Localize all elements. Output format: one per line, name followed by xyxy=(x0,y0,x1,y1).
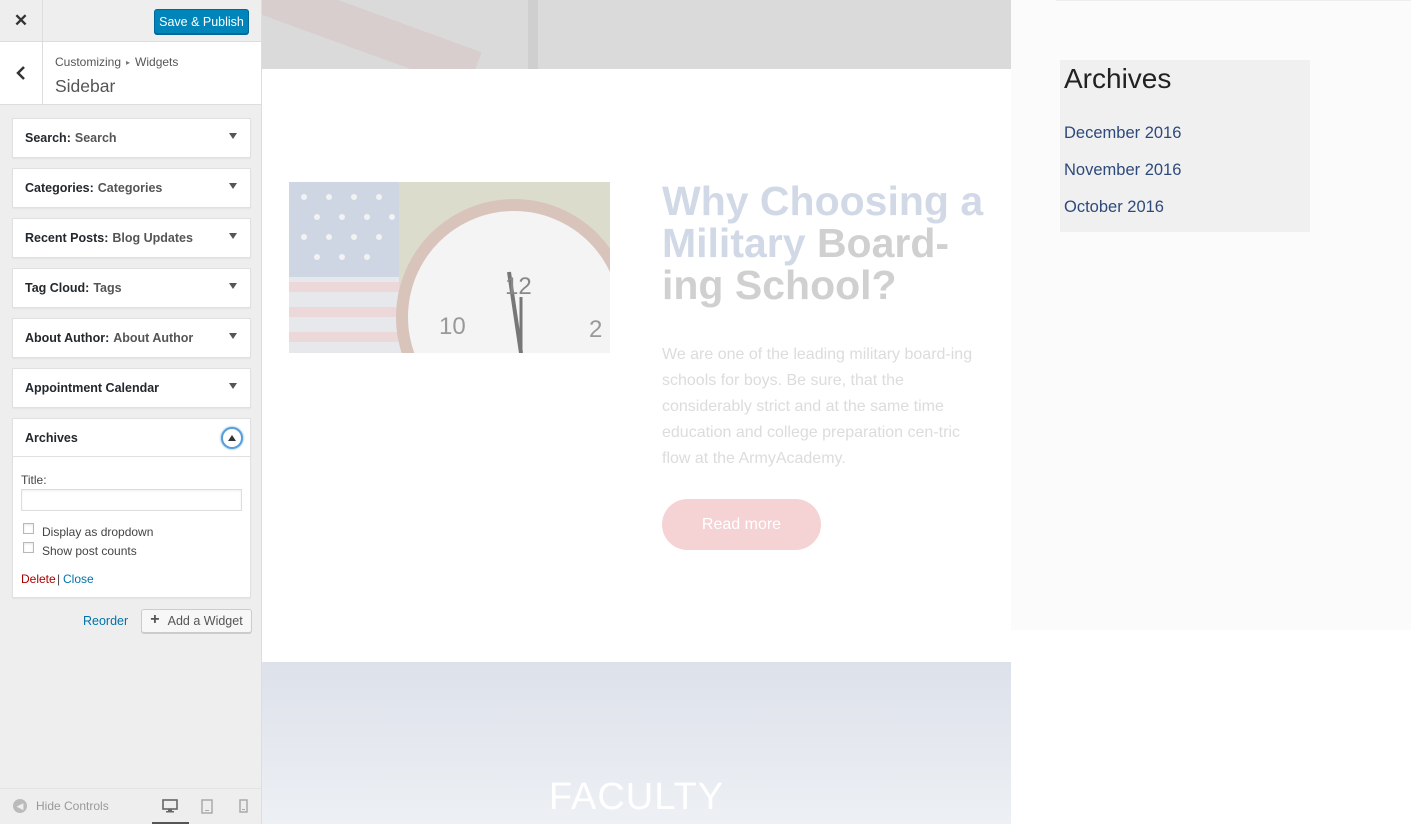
mobile-icon xyxy=(238,799,248,813)
widget-archives: Archives Title: Display as dropdown Show… xyxy=(12,418,251,598)
widget-header[interactable]: About Author: About Author xyxy=(13,319,250,357)
widget-type: Archives xyxy=(25,430,78,445)
widget-type: Appointment Calendar xyxy=(25,381,160,395)
archive-link[interactable]: December 2016 xyxy=(1064,115,1306,152)
archive-link[interactable]: October 2016 xyxy=(1064,189,1306,226)
add-widget-label: Add a Widget xyxy=(167,614,243,628)
widget-about-author[interactable]: About Author: About Author xyxy=(12,318,251,358)
close-icon: ✕ xyxy=(13,11,29,30)
title-label: Title: xyxy=(21,473,47,487)
archives-widget-preview: Archives December 2016 November 2016 Oct… xyxy=(1060,60,1310,232)
section-name: Sidebar xyxy=(55,76,116,96)
breadcrumb-root: Customizing xyxy=(55,55,122,69)
add-widget-button[interactable]: + Add a Widget xyxy=(141,609,252,633)
chevron-left-icon xyxy=(16,66,25,80)
save-publish-button[interactable]: Save & Publish xyxy=(154,9,249,34)
soldier-clock-illustration: 12 10 2 xyxy=(289,182,610,353)
expand-arrow-icon[interactable] xyxy=(229,133,237,139)
plus-icon: + xyxy=(150,611,160,628)
customizer-footer: ◀ Hide Controls xyxy=(0,788,261,824)
widget-categories[interactable]: Categories: Categories xyxy=(12,168,251,208)
preview-mobile-button[interactable] xyxy=(234,797,252,815)
widget-header[interactable]: Recent Posts: Blog Updates xyxy=(13,219,250,257)
desktop-icon xyxy=(162,799,178,813)
svg-text:10: 10 xyxy=(439,313,466,340)
title-input[interactable] xyxy=(21,489,242,511)
tablet-icon xyxy=(201,798,213,814)
widget-type: Categories: xyxy=(25,181,94,195)
collapse-sidebar-icon: ◀ xyxy=(13,799,27,813)
widget-header[interactable]: Categories: Categories xyxy=(13,169,250,207)
svg-text:12: 12 xyxy=(505,273,532,300)
widget-search[interactable]: Search: Search xyxy=(12,118,251,158)
display-dropdown-label: Display as dropdown xyxy=(42,525,154,539)
widget-header[interactable]: Tag Cloud: Tags xyxy=(13,269,250,307)
hide-controls-label: Hide Controls xyxy=(36,799,109,813)
hide-controls-button[interactable]: ◀ Hide Controls xyxy=(13,799,109,813)
archive-link[interactable]: November 2016 xyxy=(1064,152,1306,189)
hero-image-strip xyxy=(262,0,1011,69)
preview-desktop-button[interactable] xyxy=(161,797,179,815)
faculty-title: FACULTY xyxy=(548,776,725,818)
site-preview: 12 10 2 Why Choosing a Military Board-in… xyxy=(262,0,1411,824)
widget-title: Search xyxy=(74,131,117,145)
show-post-counts-checkbox[interactable] xyxy=(23,542,34,553)
customizer-panel: ✕ Save & Publish Customizing ▸ Widgets Sid… xyxy=(0,0,262,824)
widget-header[interactable]: Search: Search xyxy=(13,119,250,157)
archives-heading: Archives xyxy=(1064,63,1172,94)
show-post-counts-label: Show post counts xyxy=(42,544,137,558)
preview-sidebar: Archives December 2016 November 2016 Oct… xyxy=(1011,0,1411,630)
expand-arrow-icon[interactable] xyxy=(229,383,237,389)
svg-text:2: 2 xyxy=(589,316,602,343)
back-button[interactable] xyxy=(0,42,43,104)
breadcrumb-separator-icon: ▸ xyxy=(126,58,131,67)
widget-type: Recent Posts: xyxy=(25,231,109,245)
display-dropdown-checkbox[interactable] xyxy=(23,523,34,534)
link-separator: | xyxy=(57,572,61,586)
expand-arrow-icon[interactable] xyxy=(229,183,237,189)
widget-tag-cloud[interactable]: Tag Cloud: Tags xyxy=(12,268,251,308)
preview-tablet-button[interactable] xyxy=(198,797,216,815)
faculty-section: FACULTY xyxy=(262,662,1011,824)
section-title-bar: Customizing ▸ Widgets Sidebar xyxy=(0,42,261,105)
widget-type: Search: xyxy=(25,131,71,145)
widget-header[interactable]: Archives xyxy=(13,419,250,457)
close-customizer-button[interactable]: ✕ xyxy=(0,0,43,42)
breadcrumb-parent: Widgets xyxy=(135,55,179,69)
close-link[interactable]: Close xyxy=(63,572,94,586)
delete-link[interactable]: Delete xyxy=(21,572,56,586)
widget-type: About Author: xyxy=(25,331,110,345)
expand-arrow-icon[interactable] xyxy=(229,333,237,339)
widget-title: Categories xyxy=(97,181,163,195)
expand-arrow-icon[interactable] xyxy=(229,233,237,239)
expand-arrow-icon[interactable] xyxy=(229,283,237,289)
read-more-button[interactable]: Read more xyxy=(662,499,821,550)
widget-title: Tags xyxy=(93,281,122,295)
divider xyxy=(1056,0,1411,1)
widget-type: Tag Cloud: xyxy=(25,281,90,295)
widget-appointment-calendar[interactable]: Appointment Calendar xyxy=(12,368,251,408)
customizer-header: ✕ Save & Publish xyxy=(0,0,261,42)
article-body: We are one of the leading military board… xyxy=(662,346,973,467)
collapse-arrow-icon xyxy=(228,435,236,441)
widget-title: About Author xyxy=(113,331,194,345)
archive-list: December 2016 November 2016 October 2016 xyxy=(1064,115,1306,226)
article-heading: Why Choosing a Military Board-ing School… xyxy=(662,180,1002,306)
breadcrumb: Customizing ▸ Widgets xyxy=(55,55,178,69)
widget-recent-posts[interactable]: Recent Posts: Blog Updates xyxy=(12,218,251,258)
collapse-toggle[interactable] xyxy=(221,427,243,449)
article-image: 12 10 2 xyxy=(289,182,610,353)
reorder-link[interactable]: Reorder xyxy=(83,614,128,628)
widget-title: Blog Updates xyxy=(112,231,193,245)
widget-header[interactable]: Appointment Calendar xyxy=(13,369,250,407)
